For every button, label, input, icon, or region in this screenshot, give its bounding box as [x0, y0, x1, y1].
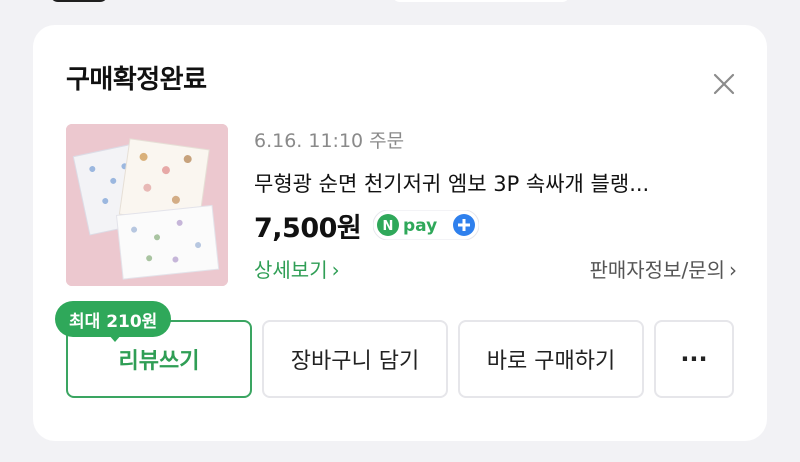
product-price: 7,500원 — [254, 213, 362, 244]
review-reward-badge-tail — [108, 334, 122, 342]
order-date: 6.16. 11:10 주문 — [254, 130, 405, 152]
close-icon[interactable] — [712, 72, 736, 96]
review-reward-label: 최대 210원 — [69, 311, 158, 332]
svg-text:N: N — [383, 219, 394, 234]
more-options-button[interactable]: ··· — [654, 320, 734, 398]
top-partial-pill-left — [50, 0, 108, 2]
more-horizontal-icon: ··· — [680, 345, 708, 373]
npay-plus-badge: N pay — [373, 210, 479, 240]
buy-now-label: 바로 구매하기 — [486, 349, 616, 374]
product-thumbnail[interactable] — [66, 124, 228, 286]
detail-link-label: 상세보기 — [254, 258, 328, 282]
buy-now-button[interactable]: 바로 구매하기 — [458, 320, 644, 398]
add-to-cart-label: 장바구니 담기 — [290, 349, 420, 374]
seller-info-label: 판매자정보/문의 — [589, 258, 725, 282]
add-to-cart-button[interactable]: 장바구니 담기 — [262, 320, 448, 398]
detail-link[interactable]: 상세보기 › — [254, 254, 340, 283]
product-name[interactable]: 무형광 순면 천기저귀 엠보 3P 속싸개 블랭... — [254, 168, 738, 198]
card-title: 구매확정완료 — [66, 65, 207, 95]
review-reward-badge: 최대 210원 — [55, 301, 172, 337]
npay-label: pay — [403, 216, 437, 236]
write-review-label: 리뷰쓰기 — [118, 349, 200, 374]
seller-info-link[interactable]: 판매자정보/문의 › — [589, 254, 737, 283]
chevron-right-icon: › — [729, 258, 737, 282]
product-image — [66, 124, 228, 286]
top-partial-pill-right — [392, 0, 570, 2]
chevron-right-icon: › — [331, 258, 340, 282]
